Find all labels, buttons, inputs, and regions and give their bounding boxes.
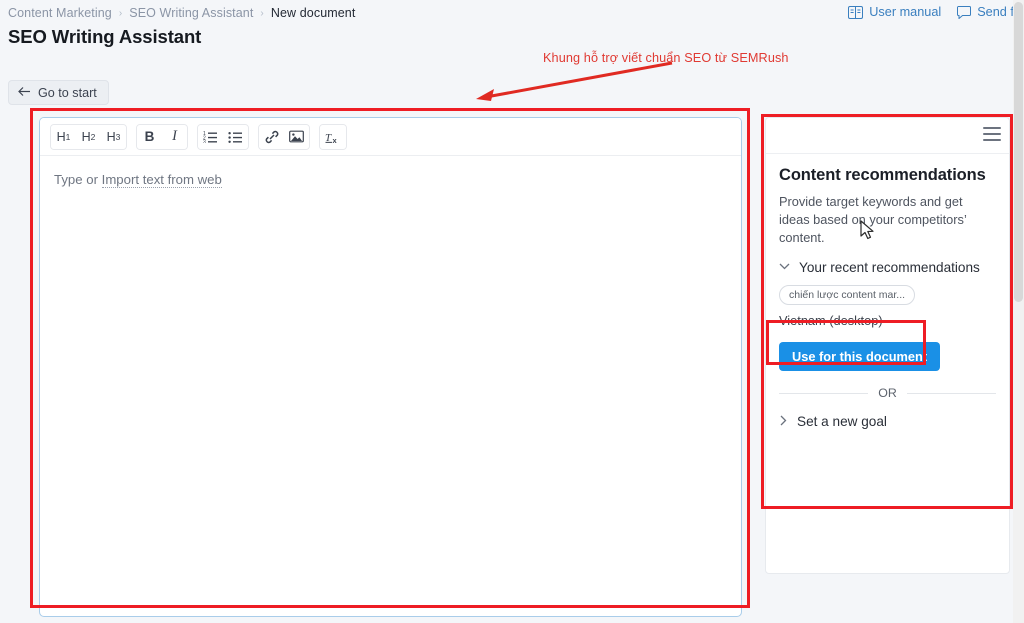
toolbar-group-clear: T x bbox=[319, 123, 347, 150]
breadcrumb: Content Marketing › SEO Writing Assistan… bbox=[8, 6, 355, 20]
breadcrumb-separator-icon: › bbox=[118, 7, 123, 19]
toolbar-group-lists: 1 2 3 bbox=[197, 123, 249, 150]
top-bar: Content Marketing › SEO Writing Assistan… bbox=[0, 0, 1024, 56]
your-recent-recommendations-section[interactable]: Your recent recommendations bbox=[779, 260, 996, 275]
chevron-right-icon bbox=[779, 415, 787, 429]
keyword-tag[interactable]: chiến lược content mar... bbox=[779, 285, 916, 306]
panel-header bbox=[766, 118, 1009, 154]
breadcrumb-item-content-marketing[interactable]: Content Marketing bbox=[8, 6, 112, 20]
user-manual-label: User manual bbox=[869, 5, 942, 19]
breadcrumb-separator-icon: › bbox=[260, 7, 264, 19]
chevron-down-icon bbox=[779, 262, 790, 273]
placeholder-prefix: Type or bbox=[54, 172, 102, 187]
page-title: SEO Writing Assistant bbox=[8, 26, 202, 47]
heading-3-button[interactable]: H3 bbox=[101, 124, 126, 149]
annotation-arrow-icon bbox=[476, 61, 673, 101]
ordered-list-button[interactable]: 1 2 3 bbox=[198, 124, 223, 149]
link-icon[interactable] bbox=[259, 124, 284, 149]
page-scrollbar-thumb[interactable] bbox=[1014, 2, 1023, 302]
bulleted-list-button[interactable] bbox=[223, 124, 248, 149]
breadcrumb-item-new-document: New document bbox=[270, 6, 356, 20]
app-root: Content Marketing › SEO Writing Assistan… bbox=[0, 0, 1024, 623]
panel-title: Content recommendations bbox=[779, 166, 986, 184]
editor-toolbar: H1 H2 H3 B I 1 2 3 T x bbox=[40, 118, 741, 156]
bold-button[interactable]: B bbox=[137, 124, 162, 149]
speech-bubble-icon bbox=[957, 5, 972, 19]
toolbar-group-insert bbox=[258, 123, 310, 150]
svg-text:3: 3 bbox=[203, 140, 206, 144]
toolbar-group-headings: H1 H2 H3 bbox=[50, 123, 127, 150]
region-label: Vietnam (desktop) bbox=[779, 313, 883, 329]
or-label: OR bbox=[878, 386, 897, 401]
breadcrumb-item-seo-writing-assistant[interactable]: SEO Writing Assistant bbox=[129, 6, 253, 20]
use-for-this-document-button[interactable]: Use for this document bbox=[779, 342, 941, 372]
set-a-new-goal-label: Set a new goal bbox=[797, 414, 887, 430]
editor-content-area[interactable]: Type or Import text from web bbox=[40, 156, 741, 188]
page-scrollbar[interactable] bbox=[1013, 0, 1024, 623]
arrow-left-icon bbox=[18, 86, 31, 100]
svg-text:x: x bbox=[333, 136, 338, 144]
or-divider: OR bbox=[779, 386, 996, 400]
heading-1-button[interactable]: H1 bbox=[51, 124, 76, 149]
heading-2-button[interactable]: H2 bbox=[76, 124, 101, 149]
book-icon bbox=[848, 5, 864, 19]
document-editor[interactable]: H1 H2 H3 B I 1 2 3 T x Type or Import te… bbox=[39, 117, 742, 617]
set-a-new-goal-section[interactable]: Set a new goal bbox=[779, 414, 996, 429]
go-to-start-button[interactable]: Go to start bbox=[8, 80, 109, 105]
toolbar-group-text-style: B I bbox=[136, 123, 188, 150]
hamburger-icon[interactable] bbox=[983, 127, 1001, 141]
mouse-cursor bbox=[860, 220, 874, 240]
header-links: User manual Send fee bbox=[848, 5, 1024, 19]
image-icon[interactable] bbox=[284, 124, 309, 149]
italic-button[interactable]: I bbox=[162, 124, 187, 149]
panel-body: Content recommendations Provide target k… bbox=[766, 154, 1009, 429]
import-text-from-web-link[interactable]: Import text from web bbox=[101, 172, 222, 188]
recent-recommendations-label: Your recent recommendations bbox=[799, 260, 980, 276]
user-manual-link[interactable]: User manual bbox=[848, 5, 941, 19]
panel-description: Provide target keywords and get ideas ba… bbox=[779, 194, 967, 246]
content-recommendations-panel: Content recommendations Provide target k… bbox=[765, 117, 1010, 574]
editor-placeholder: Type or Import text from web bbox=[54, 172, 741, 188]
clear-formatting-button[interactable]: T x bbox=[320, 124, 346, 149]
go-to-start-label: Go to start bbox=[38, 85, 97, 100]
